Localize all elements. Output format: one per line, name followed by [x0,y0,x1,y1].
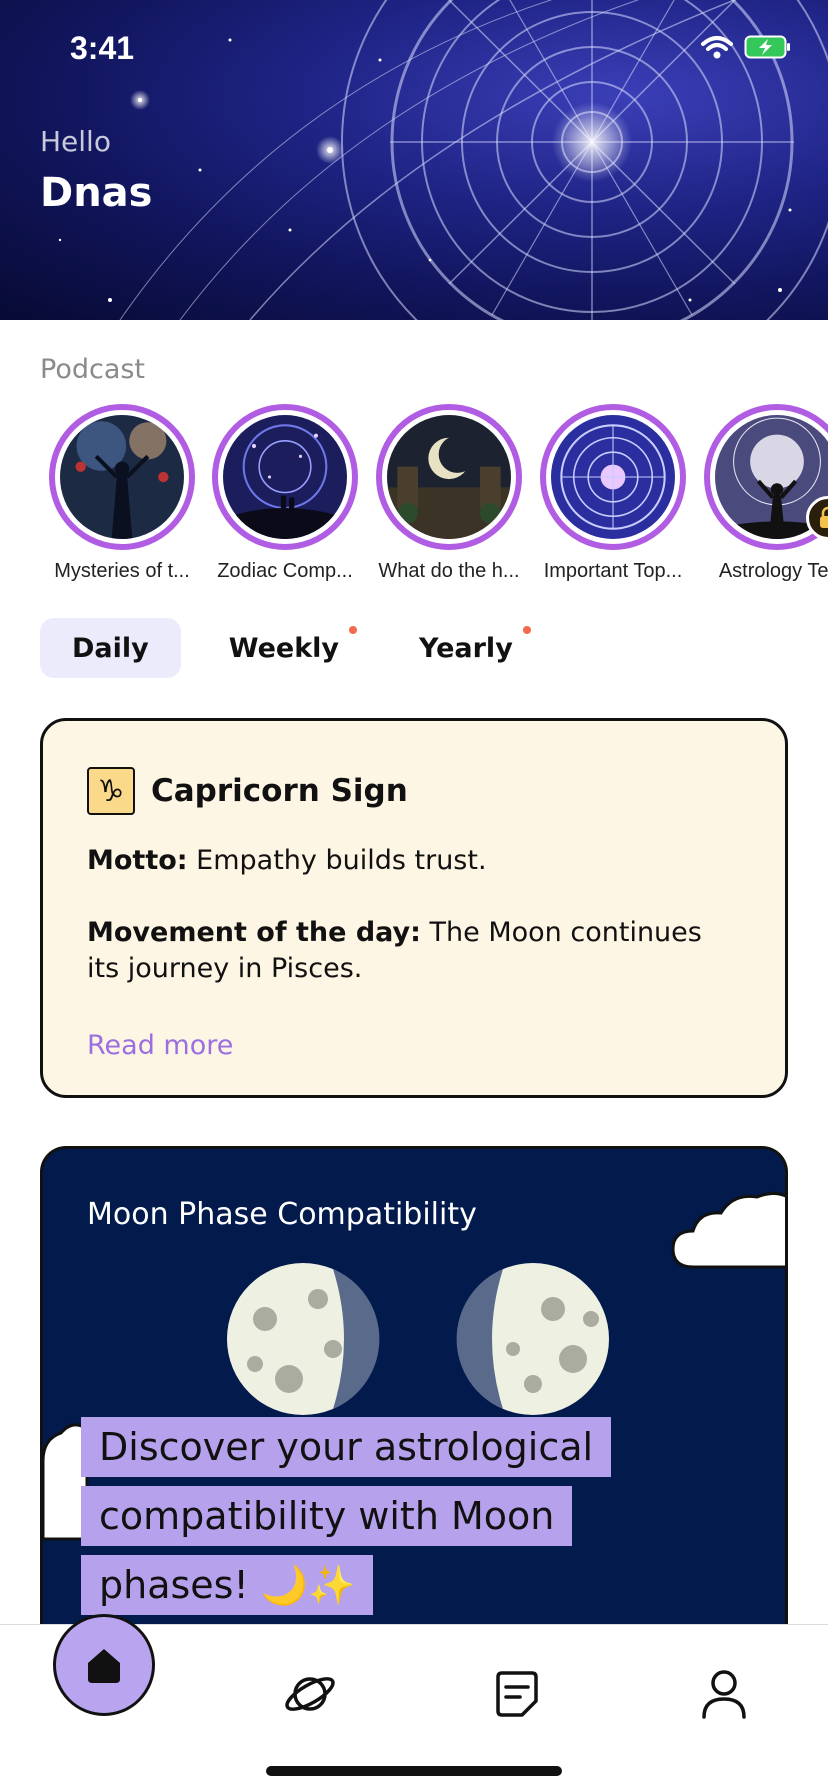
home-icon [88,1649,120,1683]
podcast-carousel[interactable]: Mysteries of t... Zodiac Comp... What do… [0,404,828,584]
nav-notes-button[interactable] [465,1642,569,1746]
movement-label: Movement of the day: [87,917,421,948]
podcast-cover-image [387,415,511,539]
home-indicator [266,1766,562,1776]
tab-label: Weekly [228,632,340,664]
notification-dot [522,626,531,634]
motto-text: Empathy builds trust. [187,845,487,876]
podcast-item[interactable]: Mysteries of t... [42,404,202,583]
sign-motto: Motto: Empathy builds trust. [87,843,741,879]
tab-daily[interactable]: Daily [40,618,181,678]
podcast-section-title: Podcast [40,354,146,385]
greeting-hello: Hello [40,125,111,158]
profile-icon [702,1670,746,1719]
tab-label: Daily [72,632,149,664]
nav-profile-button[interactable] [672,1642,776,1746]
battery-icon [744,35,790,59]
daily-sign-card[interactable]: ♑ Capricorn Sign Motto: Empathy builds t… [40,718,788,1098]
moon-card-title: Moon Phase Compatibility [87,1197,477,1232]
moon-phase-card[interactable]: Moon Phase Compatibility Discover your a… [40,1146,788,1666]
hero-banner: 3:41 Hello Dnas [0,0,828,320]
capricorn-icon: ♑ [87,767,135,815]
tab-yearly[interactable]: Yearly [387,618,545,678]
podcast-cover-image [223,415,347,539]
podcast-item-label: Mysteries of t... [54,560,190,582]
planet-icon [285,1677,335,1711]
motto-label: Motto: [87,845,188,876]
status-time: 3:41 [70,30,135,66]
status-icons [700,34,792,60]
moon-left-icon [227,1263,380,1415]
moon-card-text: Discover your astrological compatibility… [81,1417,612,1615]
sign-movement: Movement of the day: The Moon continues … [87,915,741,987]
podcast-item-label: Zodiac Comp... [217,560,353,582]
podcast-item-label: Astrology Ter [718,560,828,582]
podcast-item-label: What do the h... [378,560,520,582]
nav-home-button[interactable] [53,1614,155,1716]
podcast-item[interactable]: What do the h... [369,404,529,583]
notification-dot [349,626,358,634]
horoscope-period-tabs: Daily Weekly Yearly [40,618,545,678]
notes-icon [496,1671,538,1717]
cloud-icon [671,1192,785,1269]
nav-planet-button[interactable] [258,1642,362,1746]
greeting-username: Dnas [40,170,153,216]
podcast-item[interactable]: Astrology Ter [697,404,828,583]
moon-card-description: Discover your astrological compatibility… [81,1413,641,1620]
podcast-item-label: Important Top... [543,560,683,582]
moon-right-icon [456,1263,609,1415]
tab-weekly[interactable]: Weekly [197,618,371,678]
podcast-item[interactable]: Important Top... [533,404,693,583]
podcast-item[interactable]: Zodiac Comp... [205,404,365,583]
podcast-cover-image [551,415,675,539]
sign-title: Capricorn Sign [151,773,408,809]
wifi-icon [701,36,733,59]
podcast-cover-image [60,415,184,539]
read-more-link[interactable]: Read more [87,1030,233,1061]
tab-label: Yearly [419,632,513,664]
